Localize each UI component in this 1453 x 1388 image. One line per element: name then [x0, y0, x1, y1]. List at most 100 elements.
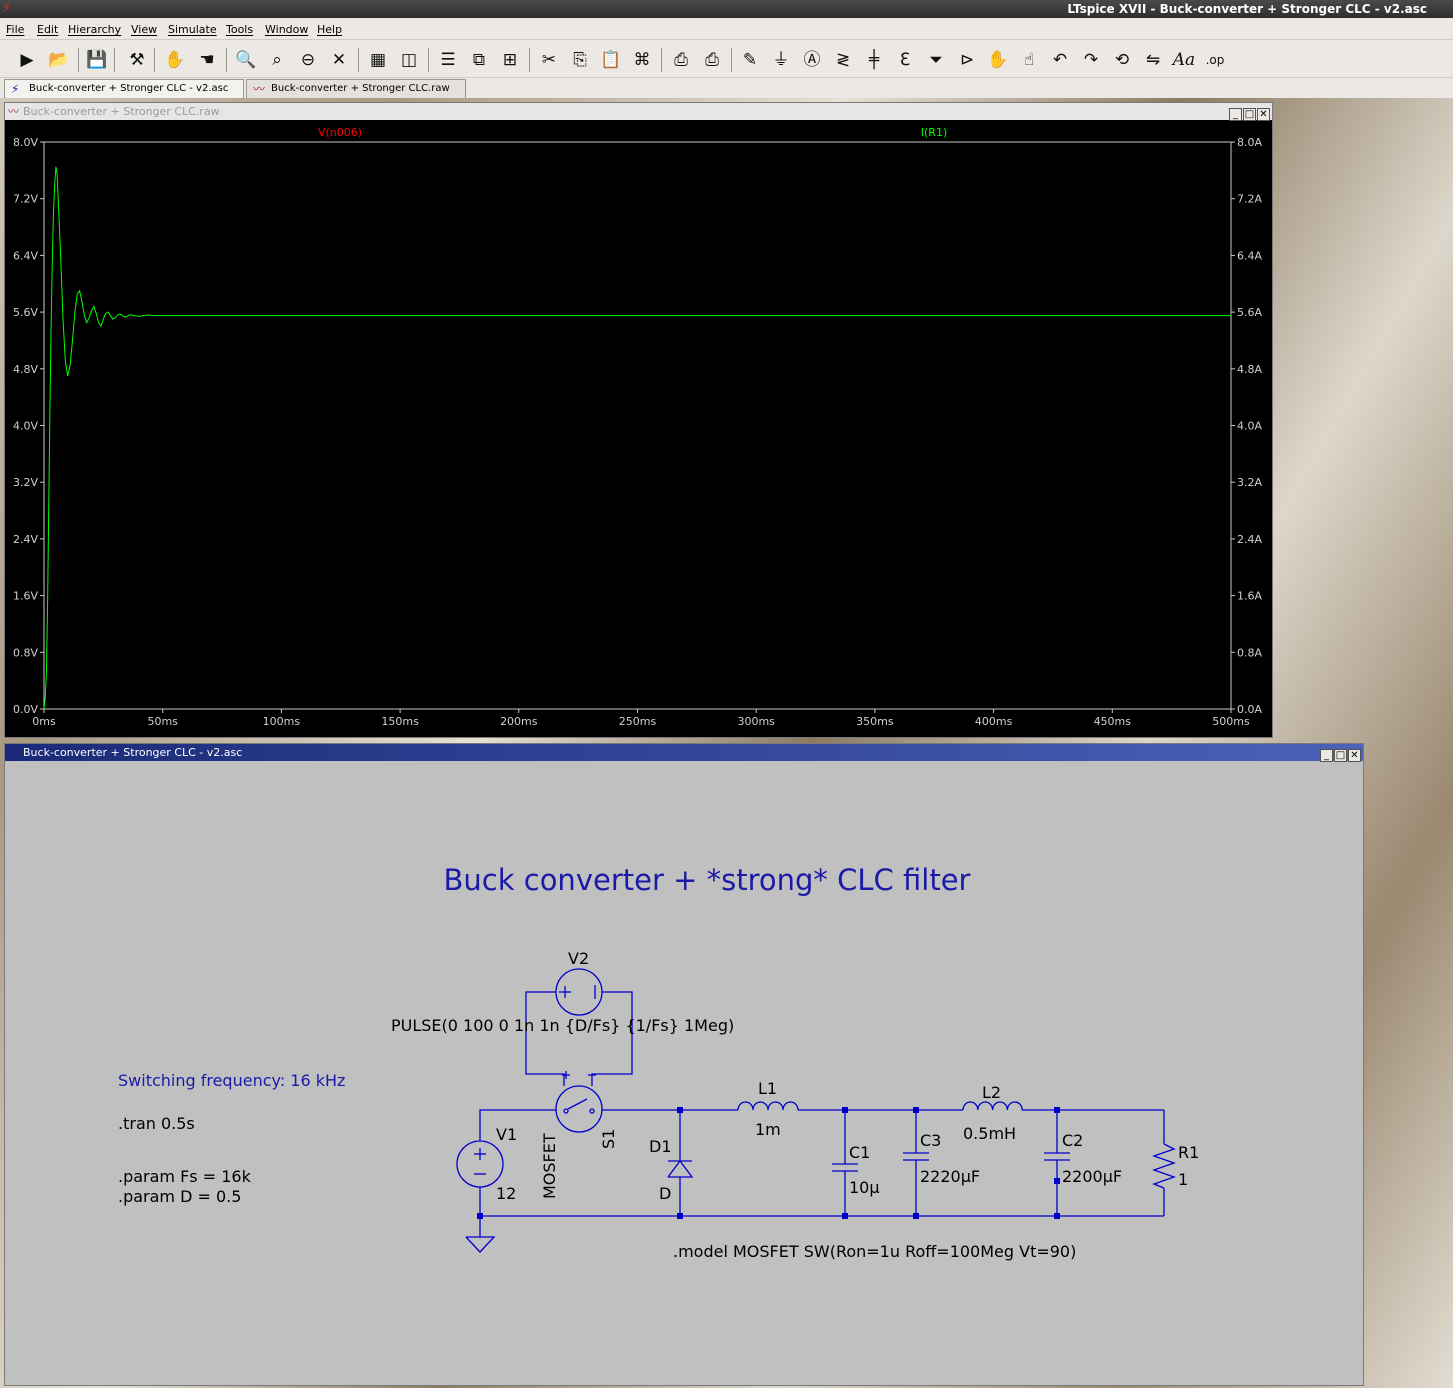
- control-panel-icon[interactable]: ⚒: [124, 47, 150, 73]
- param-d-directive[interactable]: .param D = 0.5: [118, 1187, 241, 1206]
- menu-window[interactable]: Window: [265, 23, 308, 36]
- v2-pulse-value[interactable]: PULSE(0 100 0 1n 1n {D/Fs} {1/Fs} 1Meg): [391, 1016, 734, 1035]
- mirror-icon[interactable]: ⇋: [1140, 47, 1166, 73]
- zoom-out-icon[interactable]: ⊖: [295, 47, 321, 73]
- menu-file[interactable]: File: [6, 23, 24, 36]
- c3-value-label[interactable]: 2220µF: [920, 1167, 980, 1186]
- c2-value-label[interactable]: 2200µF: [1062, 1167, 1122, 1186]
- zoom-full-icon[interactable]: ⌕: [264, 47, 290, 73]
- y-left-tick-label: 8.0V: [13, 136, 38, 149]
- waveform-plot[interactable]: 0.0V0.8V1.6V2.4V3.2V4.0V4.8V5.6V6.4V7.2V…: [5, 120, 1272, 738]
- redo-icon[interactable]: ↷: [1078, 47, 1104, 73]
- resistor-icon[interactable]: ≷: [830, 47, 856, 73]
- diode-icon[interactable]: ⏷: [923, 47, 949, 73]
- s1-switch-symbol[interactable]: [555, 1085, 603, 1133]
- v2-ref-label[interactable]: V2: [568, 949, 589, 968]
- zoom-cancel-icon[interactable]: ✕: [326, 47, 352, 73]
- y-left-tick-label: 0.8V: [13, 646, 38, 659]
- capacitor-icon[interactable]: ╪: [861, 47, 887, 73]
- x-tick-label: 300ms: [737, 715, 775, 728]
- tab-waveform[interactable]: 〰 Buck-converter + Stronger CLC.raw: [246, 79, 466, 98]
- l1-value-label[interactable]: 1m: [755, 1120, 781, 1139]
- paste-icon[interactable]: 📋: [598, 47, 624, 73]
- tran-directive[interactable]: .tran 0.5s: [118, 1114, 195, 1133]
- s1-model-label[interactable]: MOSFET: [540, 1133, 559, 1199]
- param-fs-directive[interactable]: .param Fs = 16k: [118, 1167, 252, 1186]
- menu-help[interactable]: Help: [317, 23, 342, 36]
- y-left-tick-label: 2.4V: [13, 533, 38, 546]
- tile-horizontal-icon[interactable]: ☰: [435, 47, 461, 73]
- print-setup-icon[interactable]: ⎙: [699, 47, 725, 73]
- l2-value-label[interactable]: 0.5mH: [963, 1124, 1016, 1143]
- schematic-window-title: Buck-converter + Stronger CLC - v2.asc: [23, 746, 243, 759]
- draw-wire-icon[interactable]: ✎: [737, 47, 763, 73]
- schematic-icon: ⚡: [11, 82, 20, 96]
- cascade-icon[interactable]: ⧉: [466, 47, 492, 73]
- waveform-window-title: Buck-converter + Stronger CLC.raw: [23, 105, 220, 118]
- spice-directive-icon[interactable]: .op: [1202, 47, 1228, 73]
- l2-inductor-symbol[interactable]: [962, 1101, 1023, 1111]
- move-icon[interactable]: ✋: [985, 47, 1011, 73]
- l1-ref-label[interactable]: L1: [758, 1079, 777, 1098]
- save-icon[interactable]: 💾: [84, 47, 110, 73]
- find-icon[interactable]: ⌘: [629, 47, 655, 73]
- y-right-tick-label: 5.6A: [1237, 306, 1262, 319]
- r1-resistor-symbol[interactable]: [1152, 1143, 1176, 1189]
- tab-schematic-label: Buck-converter + Stronger CLC - v2.asc: [29, 83, 229, 94]
- waveform-window: 〰 Buck-converter + Stronger CLC.raw _ □ ✕ …: [4, 102, 1273, 738]
- run-icon[interactable]: ▶: [14, 47, 40, 73]
- print-icon[interactable]: ⎙: [668, 47, 694, 73]
- menu-view[interactable]: View: [131, 23, 157, 36]
- pick-visible-icon[interactable]: ◫: [396, 47, 422, 73]
- y-right-tick-label: 1.6A: [1237, 590, 1262, 603]
- menu-tools[interactable]: Tools: [226, 23, 253, 36]
- rotate-icon[interactable]: ⟲: [1109, 47, 1135, 73]
- menu-edit[interactable]: Edit: [37, 23, 58, 36]
- ground-symbol[interactable]: [465, 1236, 496, 1253]
- halt-icon[interactable]: ✋: [162, 47, 188, 73]
- v1-ref-label[interactable]: V1: [496, 1125, 517, 1144]
- copy-icon[interactable]: ⎘: [567, 47, 593, 73]
- schematic-window: Buck-converter + Stronger CLC - v2.asc _…: [4, 743, 1364, 1386]
- v1-value-label[interactable]: 12: [496, 1184, 516, 1203]
- autorange-icon[interactable]: ▦: [365, 47, 391, 73]
- d1-value-label[interactable]: D: [659, 1184, 671, 1203]
- x-tick-label: 50ms: [147, 715, 178, 728]
- c2-ref-label[interactable]: C2: [1062, 1131, 1083, 1150]
- document-tabs: ⚡ Buck-converter + Stronger CLC - v2.asc…: [0, 78, 1453, 98]
- schematic-title: Buck converter + *strong* CLC filter: [444, 863, 971, 897]
- label-net-icon[interactable]: Ⓐ: [799, 47, 825, 73]
- r1-ref-label[interactable]: R1: [1178, 1143, 1199, 1162]
- cut-icon[interactable]: ✂: [536, 47, 562, 73]
- tile-vertical-icon[interactable]: ⊞: [497, 47, 523, 73]
- y-left-tick-label: 5.6V: [13, 306, 38, 319]
- x-tick-label: 400ms: [975, 715, 1013, 728]
- c1-value-label[interactable]: 10µ: [849, 1178, 880, 1197]
- x-tick-label: 250ms: [619, 715, 657, 728]
- d1-ref-label[interactable]: D1: [649, 1137, 672, 1156]
- s1-ref-label[interactable]: S1: [599, 1129, 618, 1149]
- r1-value-label[interactable]: 1: [1178, 1170, 1188, 1189]
- l2-ref-label[interactable]: L2: [982, 1083, 1001, 1102]
- menu-hierarchy[interactable]: Hierarchy: [68, 23, 121, 36]
- text-icon[interactable]: Aa: [1171, 47, 1197, 73]
- inductor-icon[interactable]: ℇ: [892, 47, 918, 73]
- waveform-window-titlebar: 〰 Buck-converter + Stronger CLC.raw _ □ ✕: [5, 103, 1272, 121]
- menu-simulate[interactable]: Simulate: [168, 23, 217, 36]
- ground-icon[interactable]: ⏚: [768, 47, 794, 73]
- y-left-tick-label: 4.8V: [13, 363, 38, 376]
- tab-schematic[interactable]: ⚡ Buck-converter + Stronger CLC - v2.asc: [4, 79, 244, 98]
- component-icon[interactable]: ⊳: [954, 47, 980, 73]
- zoom-in-icon[interactable]: 🔍: [233, 47, 259, 73]
- schematic-canvas[interactable]: Buck converter + *strong* CLC filter Swi…: [5, 761, 1363, 1385]
- drag-icon[interactable]: ☝: [1016, 47, 1042, 73]
- c1-ref-label[interactable]: C1: [849, 1143, 870, 1162]
- v1-source-symbol[interactable]: [456, 1140, 504, 1188]
- c3-ref-label[interactable]: C3: [920, 1131, 941, 1150]
- l1-inductor-symbol[interactable]: [737, 1101, 799, 1111]
- undo-icon[interactable]: ↶: [1047, 47, 1073, 73]
- pan-hand-icon[interactable]: ☚: [194, 47, 220, 73]
- plot-frame: [43, 141, 1232, 710]
- open-icon[interactable]: 📂: [46, 47, 72, 73]
- model-directive[interactable]: .model MOSFET SW(Ron=1u Roff=100Meg Vt=9…: [673, 1242, 1076, 1261]
